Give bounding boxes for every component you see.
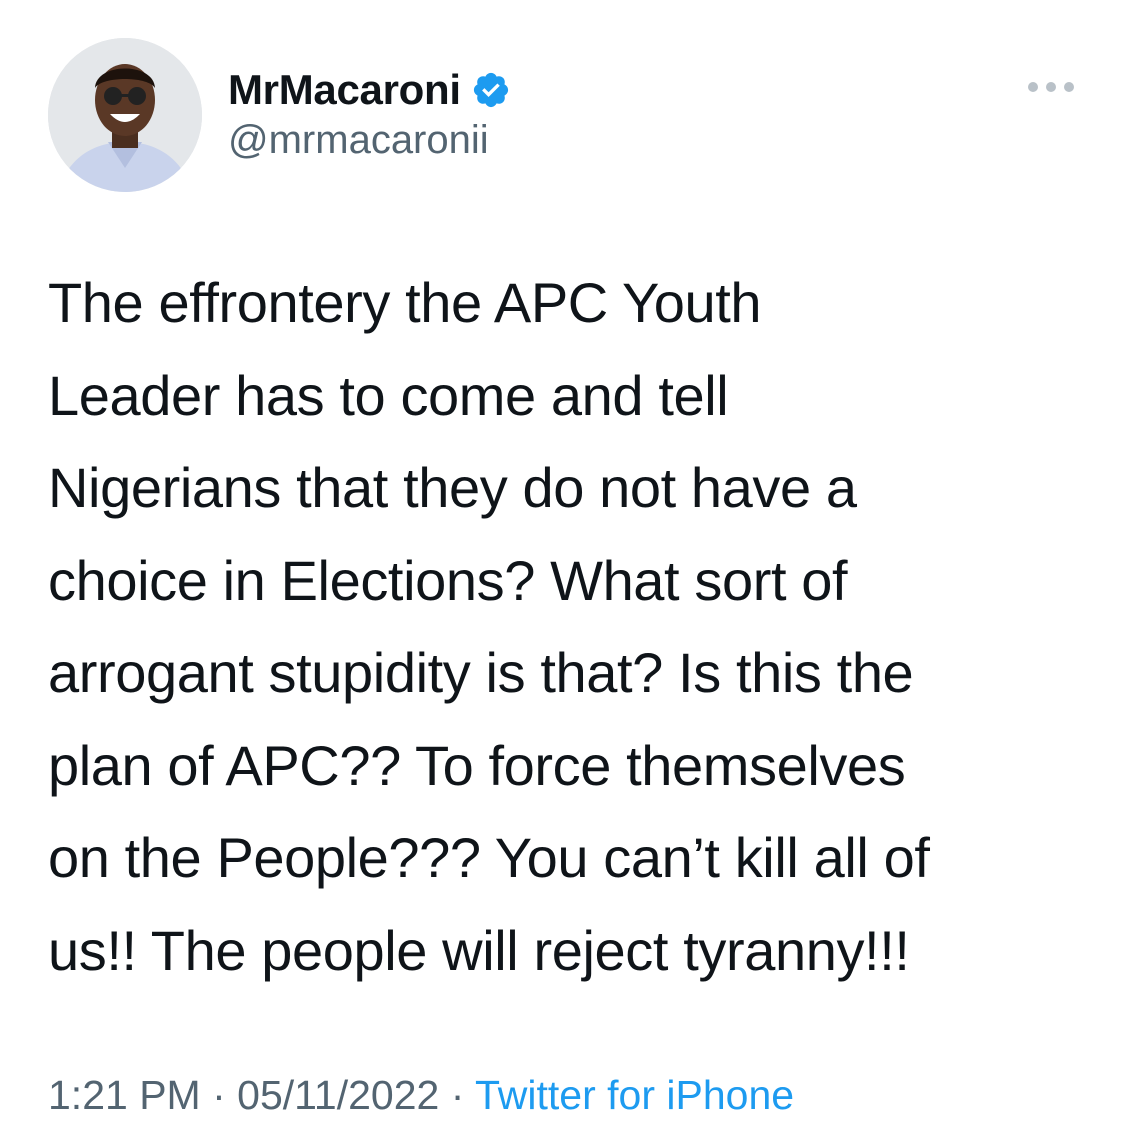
tweet-meta: 1:21 PM · 05/11/2022 · Twitter for iPhon…: [48, 1072, 794, 1119]
more-dot: [1064, 82, 1074, 92]
tweet-source-link[interactable]: Twitter for iPhone: [475, 1072, 794, 1118]
more-options-icon[interactable]: [1028, 74, 1074, 100]
author-avatar[interactable]: [48, 38, 202, 192]
author-name-row: MrMacaroni: [228, 62, 511, 118]
more-dot: [1046, 82, 1056, 92]
tweet-card: MrMacaroni @mrmacaronii The effrontery t…: [0, 0, 1125, 1142]
verified-badge-icon: [471, 70, 511, 110]
author-display-name[interactable]: MrMacaroni: [228, 66, 461, 114]
meta-separator: ·: [200, 1072, 238, 1118]
author-handle[interactable]: @mrmacaronii: [228, 118, 489, 163]
tweet-time[interactable]: 1:21 PM: [48, 1072, 201, 1118]
more-dot: [1028, 82, 1038, 92]
tweet-date[interactable]: 05/11/2022: [237, 1072, 439, 1118]
meta-separator: ·: [439, 1072, 476, 1118]
tweet-text: The effrontery the APC Youth Leader has …: [48, 271, 930, 982]
avatar-image: [48, 38, 202, 192]
